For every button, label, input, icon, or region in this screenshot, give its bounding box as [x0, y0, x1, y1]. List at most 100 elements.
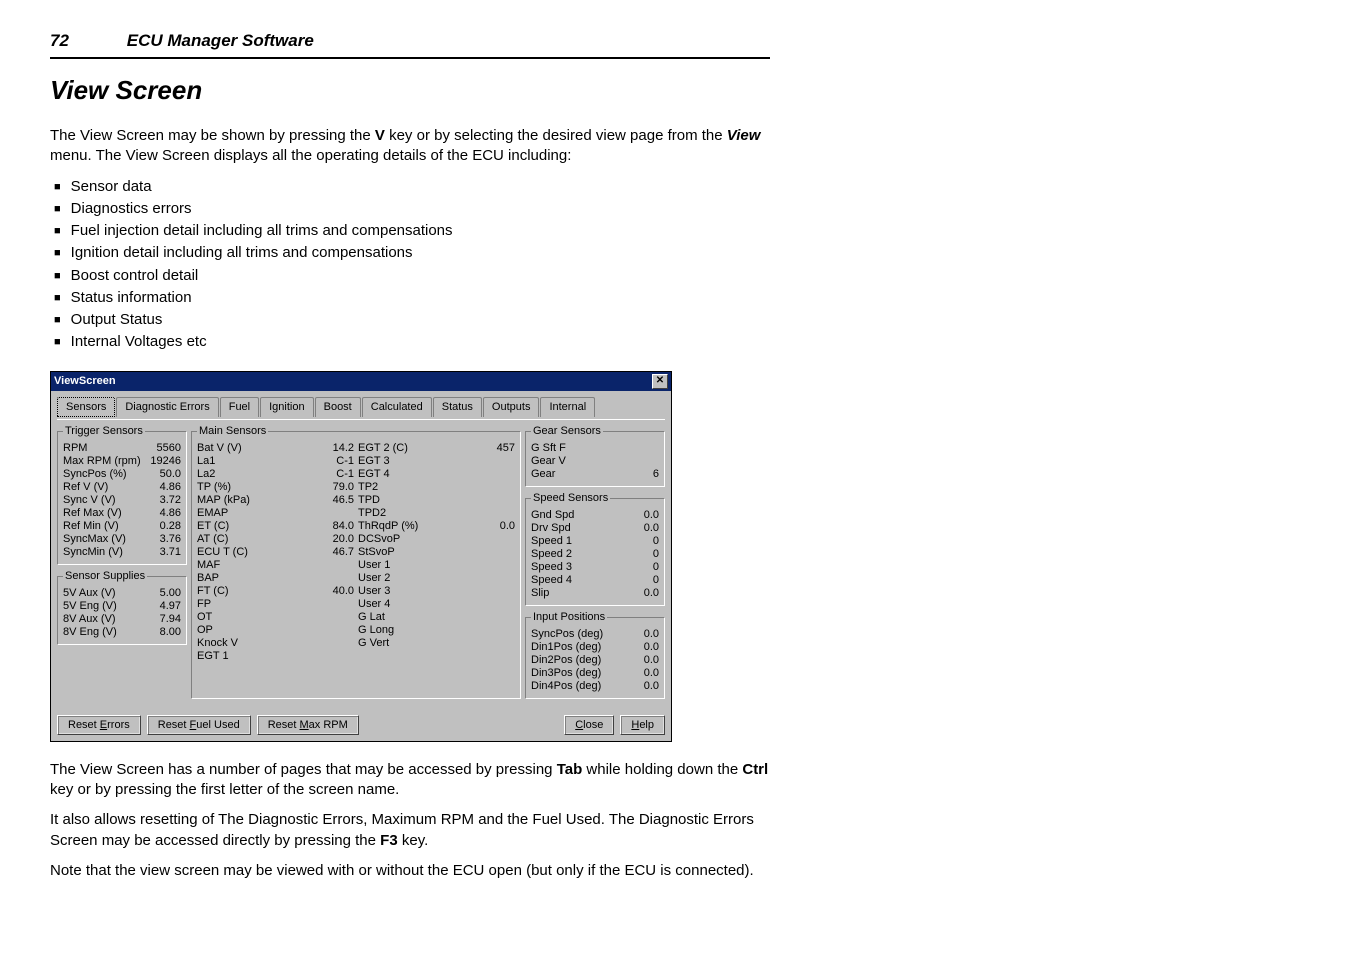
kv-row: MAF	[197, 559, 354, 572]
group-input-positions: Input Positions SyncPos (deg)0.0Din1Pos …	[525, 610, 665, 699]
kv-label: OT	[197, 611, 212, 624]
reset-errors-button[interactable]: Reset Errors	[57, 715, 141, 735]
kv-value: 5560	[145, 442, 181, 455]
group-legend: Input Positions	[531, 610, 607, 625]
kv-label: OP	[197, 624, 213, 637]
kv-row: Din2Pos (deg)0.0	[531, 654, 659, 667]
kv-row: G Vert	[358, 637, 515, 650]
kv-list: Gnd Spd0.0Drv Spd0.0Speed 10Speed 20Spee…	[531, 509, 659, 600]
kv-value	[479, 468, 515, 481]
kv-value: 0.0	[623, 641, 659, 654]
kv-value: 0.28	[145, 520, 181, 533]
kv-row: Din3Pos (deg)0.0	[531, 667, 659, 680]
kv-value: 3.72	[145, 494, 181, 507]
kv-value	[479, 585, 515, 598]
group-trigger-sensors: Trigger Sensors RPM5560Max RPM (rpm)1924…	[57, 424, 187, 565]
kv-row: TP2	[358, 481, 515, 494]
kv-label: 5V Aux (V)	[63, 587, 116, 600]
body-paragraph: Note that the view screen may be viewed …	[50, 861, 770, 881]
kv-label: 8V Aux (V)	[63, 613, 116, 626]
tab-status[interactable]: Status	[433, 397, 482, 418]
list-item: Boost control detail	[54, 266, 770, 286]
kv-row: SyncPos (deg)0.0	[531, 628, 659, 641]
kv-value	[318, 559, 354, 572]
kv-label: G Long	[358, 624, 394, 637]
kv-value	[318, 624, 354, 637]
body-paragraph: It also allows resetting of The Diagnost…	[50, 810, 770, 851]
kv-label: Gear	[531, 468, 555, 481]
list-item: Internal Voltages etc	[54, 332, 770, 352]
kv-value	[479, 455, 515, 468]
tab-fuel[interactable]: Fuel	[220, 397, 259, 418]
group-sensor-supplies: Sensor Supplies 5V Aux (V)5.005V Eng (V)…	[57, 569, 187, 645]
page-number: 72	[50, 30, 122, 53]
tab-internal[interactable]: Internal	[540, 397, 595, 418]
tab-ignition[interactable]: Ignition	[260, 397, 313, 418]
kv-row: G Sft F	[531, 442, 659, 455]
reset-max-rpm-button[interactable]: Reset Max RPM	[257, 715, 359, 735]
kv-value	[479, 637, 515, 650]
kv-value	[318, 611, 354, 624]
tab-diagnostic-errors[interactable]: Diagnostic Errors	[116, 397, 218, 418]
kv-label: User 1	[358, 559, 390, 572]
kv-list: RPM5560Max RPM (rpm)19246SyncPos (%)50.0…	[63, 442, 181, 559]
help-button[interactable]: Help	[620, 715, 665, 735]
group-legend: Trigger Sensors	[63, 424, 145, 439]
kv-value	[479, 481, 515, 494]
kv-row: Ref Max (V)4.86	[63, 507, 181, 520]
kv-label: Ref Min (V)	[63, 520, 119, 533]
kv-label: EMAP	[197, 507, 228, 520]
kv-row: MAP (kPa)46.5	[197, 494, 354, 507]
kv-value: 50.0	[145, 468, 181, 481]
kv-value: 0.0	[479, 520, 515, 533]
kv-value: 14.2	[318, 442, 354, 455]
kv-label: MAP (kPa)	[197, 494, 250, 507]
kv-label: Ref V (V)	[63, 481, 108, 494]
kv-list: EGT 2 (C)457EGT 3EGT 4TP2TPDTPD2ThRqdP (…	[358, 442, 515, 663]
kv-row: EGT 4	[358, 468, 515, 481]
kv-value	[479, 572, 515, 585]
close-button[interactable]: Close	[564, 715, 614, 735]
close-icon[interactable]: ✕	[652, 374, 668, 389]
kv-value: 4.97	[145, 600, 181, 613]
kv-row: OP	[197, 624, 354, 637]
reset-fuel-used-button[interactable]: Reset Fuel Used	[147, 715, 251, 735]
kv-value: 40.0	[318, 585, 354, 598]
kv-label: DCSvoP	[358, 533, 400, 546]
kv-row: SyncPos (%)50.0	[63, 468, 181, 481]
kv-label: TPD	[358, 494, 380, 507]
kv-value: 5.00	[145, 587, 181, 600]
tab-row: Sensors Diagnostic Errors Fuel Ignition …	[51, 391, 671, 418]
tab-outputs[interactable]: Outputs	[483, 397, 540, 418]
kv-row: La2C-1	[197, 468, 354, 481]
kv-row: RPM5560	[63, 442, 181, 455]
kv-label: Din4Pos (deg)	[531, 680, 601, 693]
group-legend: Main Sensors	[197, 424, 268, 439]
kv-label: G Lat	[358, 611, 385, 624]
kv-value	[479, 611, 515, 624]
button-row: Reset Errors Reset Fuel Used Reset Max R…	[51, 709, 671, 741]
kv-label: ET (C)	[197, 520, 229, 533]
group-speed-sensors: Speed Sensors Gnd Spd0.0Drv Spd0.0Speed …	[525, 491, 665, 606]
dialog-title: ViewScreen	[54, 374, 116, 389]
kv-label: EGT 2 (C)	[358, 442, 408, 455]
kv-label: EGT 1	[197, 650, 229, 663]
kv-value: 4.86	[145, 481, 181, 494]
kv-value: 3.76	[145, 533, 181, 546]
kv-label: SyncPos (deg)	[531, 628, 603, 641]
kv-value	[479, 533, 515, 546]
kv-label: La2	[197, 468, 215, 481]
list-item: Diagnostics errors	[54, 199, 770, 219]
tab-calculated[interactable]: Calculated	[362, 397, 432, 418]
kv-row: StSvoP	[358, 546, 515, 559]
kv-row: Bat V (V)14.2	[197, 442, 354, 455]
tab-boost[interactable]: Boost	[315, 397, 361, 418]
kv-row: TPD2	[358, 507, 515, 520]
kv-value: 46.7	[318, 546, 354, 559]
kv-value: 6	[623, 468, 659, 481]
kv-row: Speed 20	[531, 548, 659, 561]
kv-label: G Sft F	[531, 442, 566, 455]
kv-row: Ref V (V) 4.86	[63, 481, 181, 494]
kv-row: TP (%)79.0	[197, 481, 354, 494]
tab-sensors[interactable]: Sensors	[57, 397, 115, 418]
